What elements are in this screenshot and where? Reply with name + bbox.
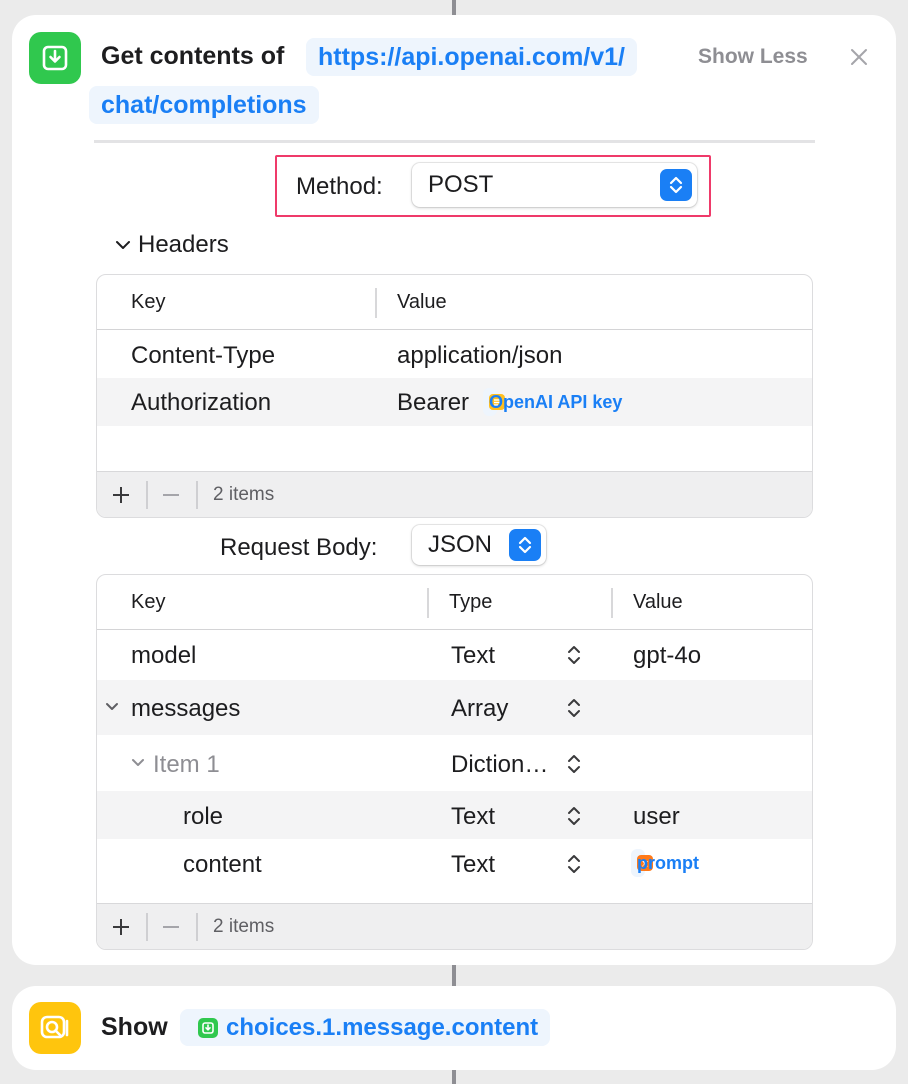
headers-count: 2 items xyxy=(213,484,275,505)
method-popup[interactable]: POST xyxy=(412,163,697,207)
minus-icon xyxy=(163,494,179,496)
header-value[interactable]: application/json xyxy=(397,342,562,370)
get-contents-action-card[interactable]: Get contents of https://api.openai.com/v… xyxy=(12,15,896,965)
up-down-chevron-icon xyxy=(509,529,541,561)
body-value[interactable]: gpt-4o xyxy=(633,642,701,670)
prompt-variable-token[interactable]: x prompt xyxy=(631,849,699,877)
table-row[interactable]: model Text gpt-4o xyxy=(97,630,812,680)
body-value[interactable]: user xyxy=(633,803,680,831)
header-key[interactable]: Content-Type xyxy=(131,342,275,370)
body-key[interactable]: model xyxy=(131,642,196,670)
body-key[interactable]: content xyxy=(183,851,262,879)
column-value: Value xyxy=(397,291,447,313)
type-stepper-icon[interactable] xyxy=(565,750,583,778)
column-value: Value xyxy=(633,591,683,613)
chevron-down-icon[interactable] xyxy=(129,754,147,772)
plus-icon xyxy=(113,487,129,503)
request-body-label: Request Body: xyxy=(220,534,378,561)
prompt-variable-label: prompt xyxy=(637,852,699,873)
body-items-count: 2 items xyxy=(213,916,275,937)
column-key: Key xyxy=(131,591,166,613)
table-row[interactable]: Authorization Bearer OpenAI API key xyxy=(97,378,812,426)
body-key[interactable]: Item 1 xyxy=(153,751,220,779)
body-type[interactable]: Diction… xyxy=(451,751,548,779)
show-less-button[interactable]: Show Less xyxy=(698,45,808,69)
table-row[interactable]: role Text user xyxy=(97,791,812,839)
type-stepper-icon[interactable] xyxy=(565,850,583,878)
headers-label: Headers xyxy=(138,231,229,258)
add-body-item-button[interactable] xyxy=(97,904,145,949)
download-tray-icon xyxy=(29,32,81,84)
flow-connector-middle xyxy=(452,964,456,987)
method-value: POST xyxy=(428,171,494,198)
header-key[interactable]: Authorization xyxy=(131,389,271,417)
type-stepper-icon[interactable] xyxy=(565,641,583,669)
action-title: Get contents of xyxy=(101,42,285,70)
body-key[interactable]: messages xyxy=(131,695,240,723)
chevron-down-icon xyxy=(116,241,130,249)
chevron-down-icon[interactable] xyxy=(103,698,121,716)
table-row[interactable]: Content-Type application/json xyxy=(97,330,812,378)
type-stepper-icon[interactable] xyxy=(565,694,583,722)
up-down-chevron-icon xyxy=(660,169,692,201)
minus-icon xyxy=(163,926,179,928)
show-action-card[interactable]: Show choices.1.message.content xyxy=(12,986,896,1070)
body-key[interactable]: role xyxy=(183,803,223,831)
headers-table-header: Key Value xyxy=(97,275,812,330)
download-tray-icon xyxy=(198,1017,218,1038)
api-key-variable-label: OpenAI API key xyxy=(489,391,623,412)
plus-icon xyxy=(113,919,129,935)
headers-table-footer: 2 items xyxy=(97,471,812,517)
header-divider xyxy=(94,140,815,143)
request-body-value: JSON xyxy=(428,531,493,558)
url-token-line1[interactable]: https://api.openai.com/v1/ xyxy=(306,38,637,76)
show-action-title: Show xyxy=(101,1013,168,1041)
headers-disclosure[interactable]: Headers xyxy=(114,231,229,259)
column-key: Key xyxy=(131,291,166,313)
request-body-popup[interactable]: JSON xyxy=(412,525,546,565)
remove-header-button[interactable] xyxy=(147,472,195,517)
body-type[interactable]: Text xyxy=(451,642,495,670)
type-stepper-icon[interactable] xyxy=(565,802,583,830)
method-label: Method: xyxy=(296,173,383,200)
table-row[interactable]: content Text x prompt xyxy=(97,839,812,887)
flow-connector-top xyxy=(452,0,456,16)
body-type[interactable]: Array xyxy=(451,695,508,723)
header-value-prefix[interactable]: Bearer xyxy=(397,389,469,417)
body-type[interactable]: Text xyxy=(451,803,495,831)
url-token-line2[interactable]: chat/completions xyxy=(89,86,319,124)
remove-body-item-button[interactable] xyxy=(147,904,195,949)
close-icon[interactable] xyxy=(846,44,872,70)
add-header-button[interactable] xyxy=(97,472,145,517)
show-variable-label: choices.1.message.content xyxy=(226,1013,539,1041)
table-row[interactable]: messages Array xyxy=(97,680,812,735)
table-row[interactable]: Item 1 Diction… xyxy=(97,735,812,791)
column-type: Type xyxy=(449,591,493,613)
quicklook-icon xyxy=(29,1002,81,1054)
show-variable-token[interactable]: choices.1.message.content xyxy=(180,1009,551,1046)
body-table-footer: 2 items xyxy=(97,903,812,949)
headers-table: Key Value Content-Type application/json … xyxy=(96,274,813,518)
api-key-variable-token[interactable]: OpenAI API key xyxy=(483,388,622,416)
body-type[interactable]: Text xyxy=(451,851,495,879)
request-body-table: Key Type Value model Text gpt-4o message… xyxy=(96,574,813,950)
flow-connector-bottom xyxy=(452,1069,456,1084)
body-table-header: Key Type Value xyxy=(97,575,812,630)
